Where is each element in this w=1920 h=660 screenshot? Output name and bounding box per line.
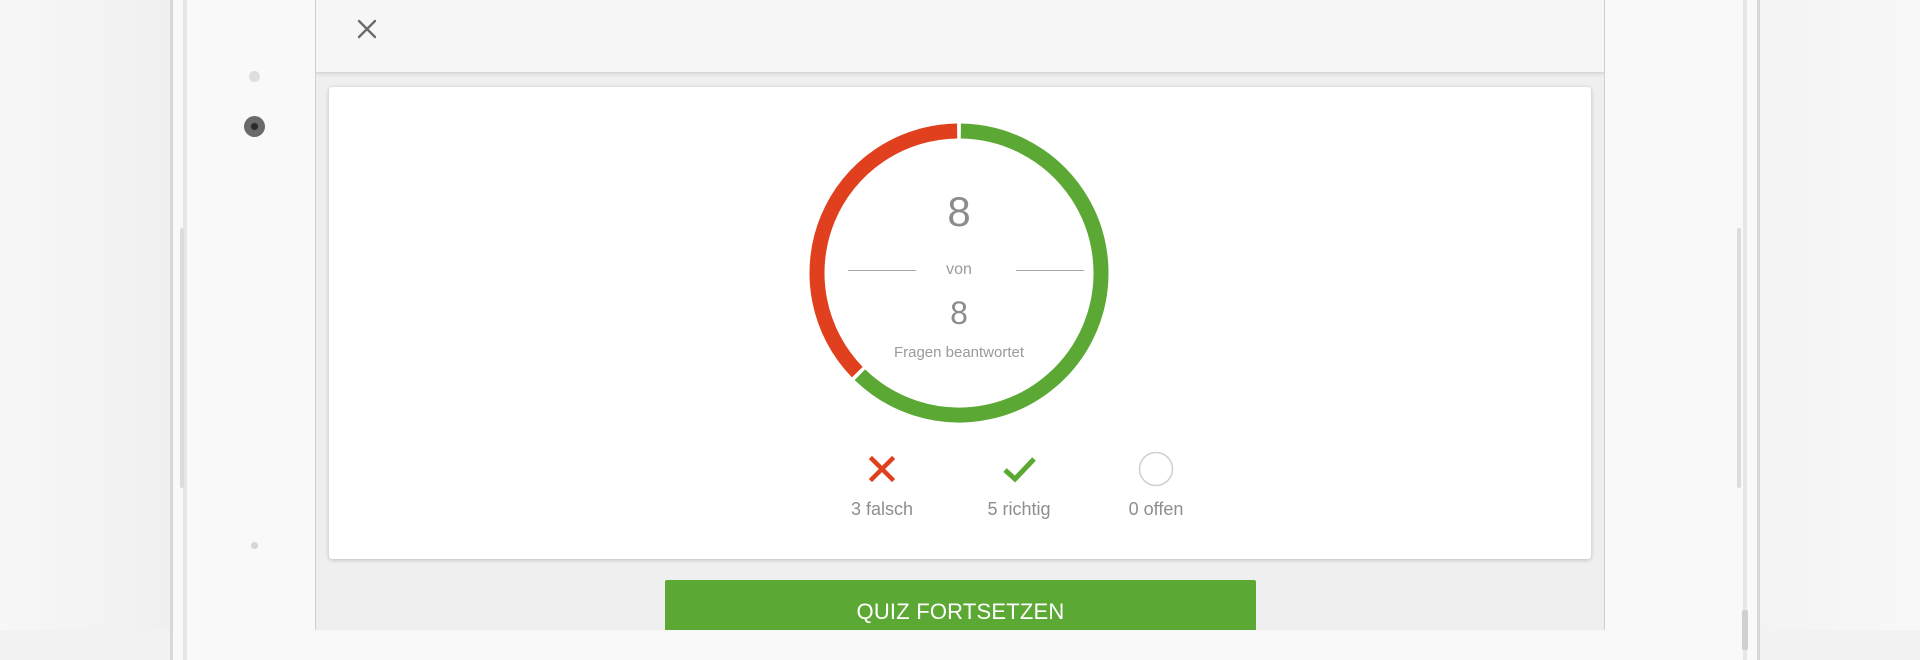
divider-right xyxy=(1016,270,1084,271)
stat-correct: 5 richtig xyxy=(959,451,1079,520)
app-screen: 8 von 8 Fragen beantwortet 3 falsch 5 ri… xyxy=(315,0,1605,630)
quiz-result-card: 8 von 8 Fragen beantwortet 3 falsch 5 ri… xyxy=(329,87,1591,559)
tablet-sensor-bottom xyxy=(251,542,258,549)
tablet-side-button-left xyxy=(180,228,184,488)
tablet-power-button xyxy=(1742,610,1748,650)
answered-count: 8 xyxy=(947,188,971,235)
stat-wrong-label: 3 falsch xyxy=(850,499,914,519)
continue-quiz-label: QUIZ FORTSETZEN xyxy=(856,599,1065,624)
close-button[interactable] xyxy=(352,14,382,44)
continue-quiz-button[interactable]: QUIZ FORTSETZEN xyxy=(665,580,1256,630)
top-toolbar xyxy=(316,0,1604,73)
stat-wrong: 3 falsch xyxy=(822,451,942,520)
ring-segment-wrong xyxy=(809,123,958,378)
total-count: 8 xyxy=(950,295,968,331)
tablet-side-button-right xyxy=(1737,228,1741,488)
tablet-sensor xyxy=(249,71,260,82)
stat-open-label: 0 offen xyxy=(1128,499,1184,519)
tablet-edge-right xyxy=(1743,0,1747,660)
background-right xyxy=(1760,0,1920,630)
background-left xyxy=(0,0,170,630)
tablet-camera xyxy=(244,116,265,137)
close-icon xyxy=(357,19,377,39)
stat-correct-label: 5 richtig xyxy=(987,499,1051,519)
stat-open: 0 offen xyxy=(1096,451,1216,520)
cross-icon xyxy=(868,455,896,483)
answered-caption: Fragen beantwortet xyxy=(893,344,1025,361)
empty-circle-icon xyxy=(1138,451,1174,487)
checkmark-icon xyxy=(1003,457,1036,483)
